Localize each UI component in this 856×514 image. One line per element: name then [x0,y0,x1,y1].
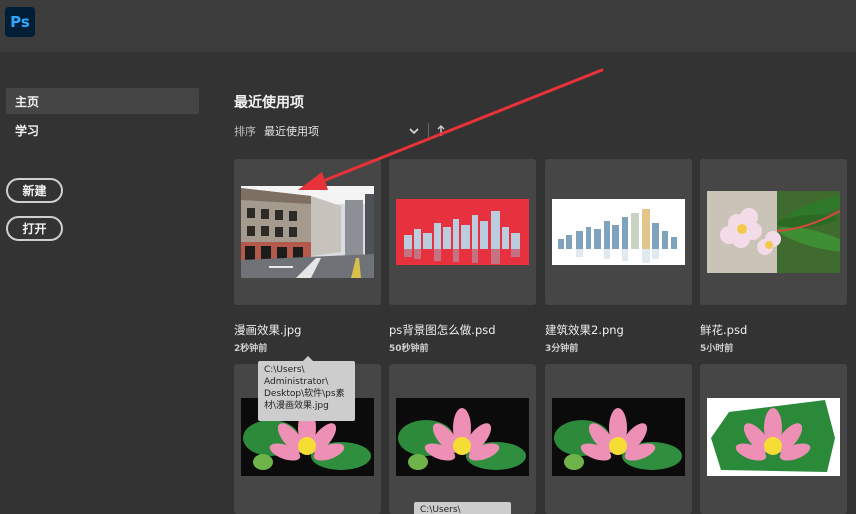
file-card-comic[interactable] [234,159,381,305]
top-bar: Ps [0,0,856,52]
tooltip-line: Desktop\软件\ps素 [264,389,345,399]
sort-row: 排序 最近使用项 [234,122,446,140]
new-button[interactable]: 新建 [6,178,63,203]
sidebar-item-label: 主页 [15,94,40,109]
tooltip-line: C:\Users\ [264,365,305,375]
open-button[interactable]: 打开 [6,216,63,241]
sort-dropdown[interactable]: 最近使用项 [264,123,406,139]
chevron-down-icon[interactable] [408,125,420,137]
file-time: 2秒钟前 [234,344,268,354]
file-thumbnail [552,199,685,265]
file-card-flower[interactable] [700,159,847,305]
file-thumbnail [396,398,529,476]
file-name[interactable]: ps背景图怎么做.psd [389,322,496,338]
file-card-building[interactable] [545,159,692,305]
file-path-tooltip: C:\Users\ Administrator\ Desktop\软件\ps素 … [258,361,355,421]
file-card-lotus-4[interactable] [700,364,847,514]
file-name[interactable]: 建筑效果2.png [545,322,624,338]
file-card-lotus-3[interactable] [545,364,692,514]
file-time: 5小时前 [700,344,734,354]
file-name[interactable]: 鲜花.psd [700,322,747,338]
sort-label: 排序 [234,125,256,138]
logo-text: Ps [10,13,30,31]
photoshop-logo: Ps [5,7,35,37]
file-name[interactable]: 漫画效果.jpg [234,322,301,338]
sidebar-item-home[interactable]: 主页 [6,88,199,114]
file-card-lotus-2[interactable] [389,364,536,514]
sidebar-item-learn[interactable]: 学习 [6,117,199,143]
tooltip-line: Administrator\ [264,377,329,387]
sort-divider [428,123,429,139]
sidebar: 主页 学习 新建 打开 [0,52,210,514]
file-thumbnail [396,199,529,265]
file-time: 50秒钟前 [389,344,429,354]
sort-direction-icon[interactable] [436,125,446,137]
file-thumbnail [552,398,685,476]
tooltip-line: 材\漫画效果.jpg [264,401,329,411]
file-thumbnail [241,186,374,278]
file-path-tooltip-partial: C:\Users\ [414,502,511,514]
file-thumbnail [707,398,840,476]
file-card-background[interactable] [389,159,536,305]
file-time: 3分钟前 [545,344,579,354]
file-thumbnail [707,191,840,273]
sidebar-item-label: 学习 [15,123,40,138]
page-title: 最近使用项 [234,95,304,111]
